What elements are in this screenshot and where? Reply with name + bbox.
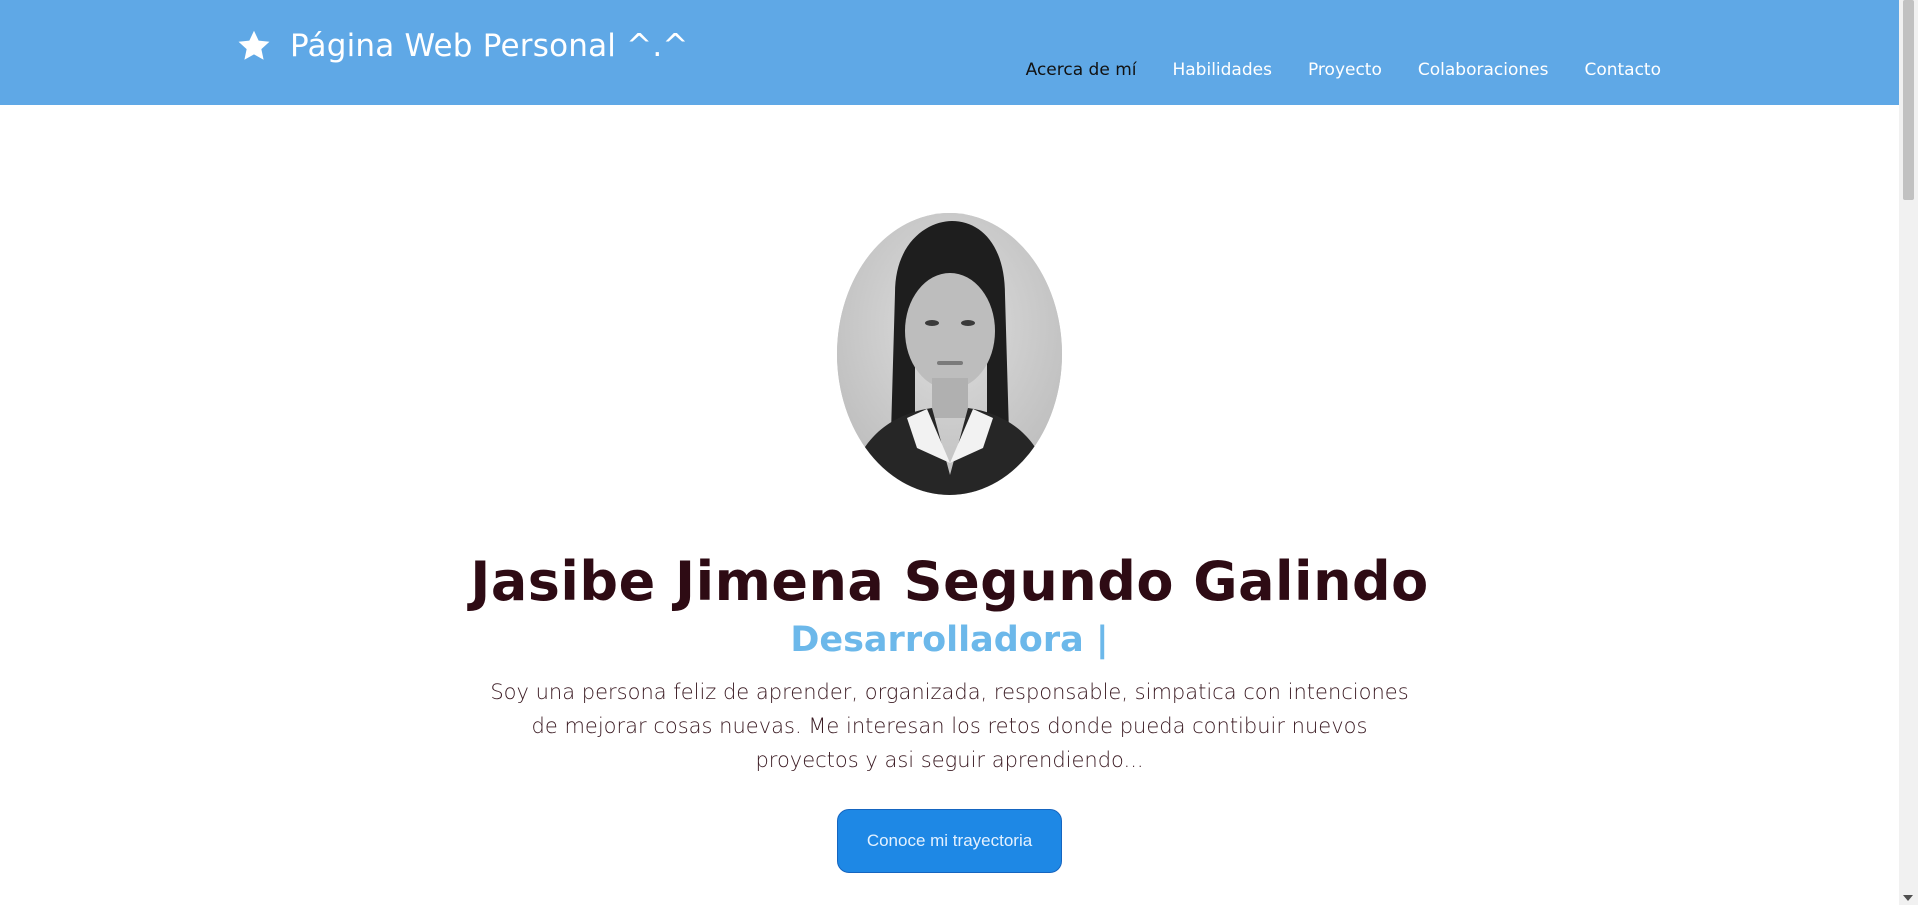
nav-item-colaboraciones[interactable]: Colaboraciones	[1418, 60, 1549, 80]
profile-bio: Soy una persona feliz de aprender, organ…	[490, 680, 1409, 772]
profile-name: Jasibe Jimena Segundo Galindo	[470, 550, 1429, 613]
nav-item-proyecto[interactable]: Proyecto	[1308, 60, 1382, 80]
nav-item-acerca[interactable]: Acerca de mí	[1026, 60, 1137, 80]
hero-section: Jasibe Jimena Segundo Galindo Desarrolla…	[0, 105, 1899, 905]
main-nav: Acerca de mí Habilidades Proyecto Colabo…	[990, 60, 1661, 80]
brand[interactable]: Página Web Personal ^.^	[236, 28, 689, 64]
navbar: Página Web Personal ^.^ Acerca de mí Hab…	[0, 0, 1899, 105]
scrollbar[interactable]	[1899, 0, 1918, 905]
nav-item-contacto[interactable]: Contacto	[1584, 60, 1661, 80]
nav-item-habilidades[interactable]: Habilidades	[1172, 60, 1271, 80]
trajectory-button[interactable]: Conoce mi trayectoria	[837, 809, 1062, 873]
profile-photo-graphic	[837, 213, 1062, 495]
star-icon	[238, 30, 270, 60]
page: Página Web Personal ^.^ Acerca de mí Hab…	[0, 0, 1899, 905]
brand-title: Página Web Personal ^.^	[290, 28, 689, 64]
profile-photo	[837, 213, 1062, 495]
profile-role: Desarrolladora |	[790, 620, 1109, 660]
scroll-down-arrow-icon[interactable]	[1903, 895, 1913, 901]
scrollbar-thumb[interactable]	[1903, 0, 1914, 200]
